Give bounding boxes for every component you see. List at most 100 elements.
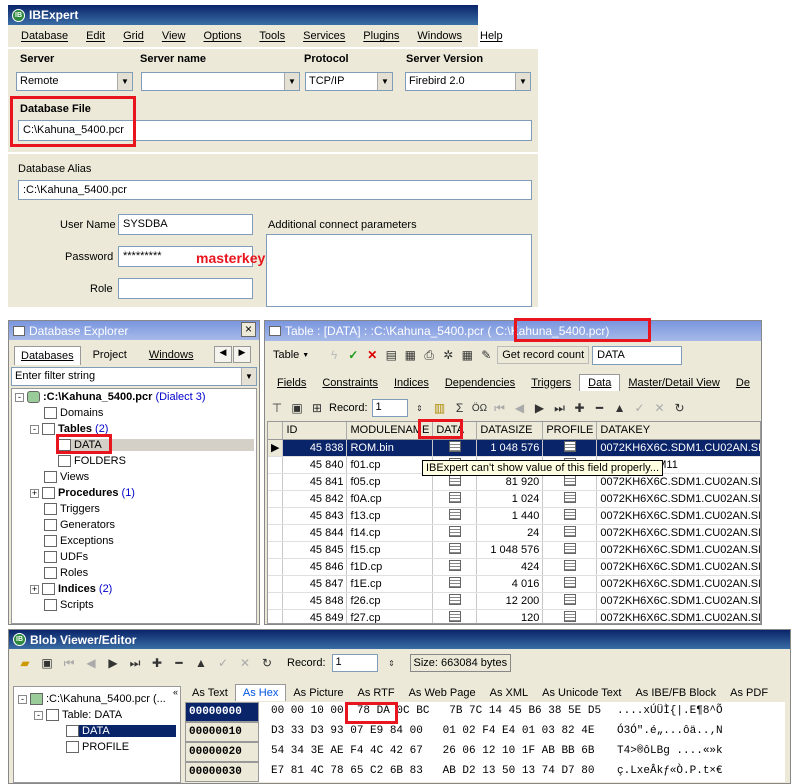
cell-datakey[interactable]: 0072KH6X6C.SDM1.CU02AN.SM11 xyxy=(596,541,760,559)
cell-profile-blob[interactable] xyxy=(542,524,598,542)
menu-item-view[interactable]: View xyxy=(153,30,195,42)
hex-bytes[interactable]: 54 34 3E AE F4 4C 42 67 26 06 12 10 1F A… xyxy=(259,742,609,762)
post-icon[interactable]: ✓ xyxy=(632,400,648,416)
blob-record-input[interactable]: 1 xyxy=(331,654,378,672)
cell-datasize[interactable]: 1 048 576 xyxy=(476,439,544,457)
grid-icon[interactable]: ✲ xyxy=(440,347,456,363)
hex-ascii[interactable]: Ó3Ó".é„...ôä..‚N xyxy=(609,722,731,742)
cell-id[interactable]: 45 849 xyxy=(282,609,348,623)
tree-triggers[interactable]: Triggers xyxy=(44,503,100,515)
cell-modulename[interactable]: f13.cp xyxy=(346,507,434,525)
export-icon[interactable]: ▥ xyxy=(432,400,448,416)
tab-constraints[interactable]: Constraints xyxy=(314,375,386,391)
blob-tab-as-text[interactable]: As Text xyxy=(185,685,235,701)
cell-profile-blob[interactable] xyxy=(542,558,598,576)
row-indicator[interactable] xyxy=(268,490,284,508)
lightning-icon[interactable]: ϟ xyxy=(326,347,342,363)
row-indicator[interactable] xyxy=(268,609,284,623)
delete-record-icon[interactable]: ━ xyxy=(171,655,187,671)
cell-datakey[interactable]: 0072KH6X6C.SDM1.CU02AN.SM11 xyxy=(596,507,760,525)
cell-data-blob[interactable] xyxy=(432,439,478,457)
server-select[interactable]: Remote ▼ xyxy=(16,72,133,91)
blob-tree-db[interactable]: -:C:\Kahuna_5400.pcr (... xyxy=(18,693,166,705)
server-version-select[interactable]: Firebird 2.0 ▼ xyxy=(405,72,531,91)
cell-data-blob[interactable] xyxy=(432,507,478,525)
col-datakey[interactable]: DATAKEY xyxy=(596,422,760,440)
menu-item-edit[interactable]: Edit xyxy=(77,30,114,42)
sum-icon[interactable]: Σ xyxy=(452,400,468,416)
cell-id[interactable]: 45 847 xyxy=(282,575,348,593)
next-record-icon[interactable]: ▶ xyxy=(105,655,121,671)
cell-modulename[interactable]: f01.cp xyxy=(346,456,434,474)
filter-plus-icon[interactable]: ⊞ xyxy=(309,400,325,416)
insert-record-icon[interactable]: ✚ xyxy=(149,655,165,671)
cell-datasize[interactable]: 1 024 xyxy=(476,490,544,508)
cell-datakey[interactable]: 0072KH6X6C.SDM1.CU02AN.SM11 xyxy=(596,592,760,610)
cell-id[interactable]: 45 838 xyxy=(282,439,348,457)
tab-scroll-left[interactable]: ◀ xyxy=(214,346,232,363)
cell-data-blob[interactable] xyxy=(432,490,478,508)
prev-record-icon[interactable]: ◀ xyxy=(83,655,99,671)
commit-check-icon[interactable]: ✓ xyxy=(345,347,361,363)
row-indicator[interactable] xyxy=(268,541,284,559)
last-record-icon[interactable]: ⏭ xyxy=(552,400,568,416)
cell-datakey[interactable]: 0072KH6X6C.SDM1.CU02AN.SM11 xyxy=(596,439,760,457)
table-menu-button[interactable]: Table xyxy=(273,349,299,361)
cell-modulename[interactable]: f14.cp xyxy=(346,524,434,542)
cell-modulename[interactable]: f15.cp xyxy=(346,541,434,559)
cell-datasize[interactable]: 1 048 576 xyxy=(476,541,544,559)
menu-item-grid[interactable]: Grid xyxy=(114,30,153,42)
cell-datasize[interactable]: 4 016 xyxy=(476,575,544,593)
tree-indices[interactable]: + Indices (2) xyxy=(30,583,112,595)
cell-datakey[interactable]: 0072KH6X6C.SDM1.CU02AN.SM11 xyxy=(596,558,760,576)
table-row[interactable]: 45 846 f1D.cp 424 0072KH6X6C.SDM1.CU02AN.SM… xyxy=(268,558,760,576)
refresh-icon[interactable]: ↻ xyxy=(672,400,688,416)
blob-tab-as-rtf[interactable]: As RTF xyxy=(350,685,401,701)
tree-table-folders[interactable]: FOLDERS xyxy=(58,455,126,467)
cell-profile-blob[interactable] xyxy=(542,575,598,593)
cell-datasize[interactable]: 12 200 xyxy=(476,592,544,610)
role-input[interactable] xyxy=(118,278,253,299)
cancel-icon[interactable]: ✕ xyxy=(652,400,668,416)
row-indicator[interactable] xyxy=(268,473,284,491)
cell-datasize[interactable]: 1 440 xyxy=(476,507,544,525)
tab-de[interactable]: De xyxy=(728,375,758,391)
cell-data-blob[interactable] xyxy=(432,575,478,593)
row-indicator[interactable]: ▶ xyxy=(268,439,284,457)
menu-item-windows[interactable]: Windows xyxy=(408,30,471,42)
expand-icon[interactable]: + xyxy=(30,584,39,594)
blob-tab-as-ibe-fb-block[interactable]: As IBE/FB Block xyxy=(628,685,723,701)
protocol-select[interactable]: TCP/IP ▼ xyxy=(305,72,393,91)
open-folder-icon[interactable]: ▰ xyxy=(17,655,33,671)
cell-id[interactable]: 45 842 xyxy=(282,490,348,508)
cell-id[interactable]: 45 846 xyxy=(282,558,348,576)
tree-udfs[interactable]: UDFs xyxy=(44,551,88,563)
table-row[interactable]: 45 845 f15.cp 1 048 576 0072KH6X6C.SDM1.CU0… xyxy=(268,541,760,559)
blob-tree-collapse-icon[interactable]: « xyxy=(173,687,178,697)
blob-tab-as-xml[interactable]: As XML xyxy=(483,685,536,701)
menu-item-database[interactable]: Database xyxy=(12,30,77,42)
tree-table-data[interactable]: DATA xyxy=(58,439,254,451)
blob-tree-profile[interactable]: PROFILE xyxy=(66,741,129,753)
tab-databases[interactable]: Databases xyxy=(14,346,81,365)
tab-project[interactable]: Project xyxy=(83,346,137,365)
blob-tab-as-hex[interactable]: As Hex xyxy=(234,684,287,701)
cell-id[interactable]: 45 848 xyxy=(282,592,348,610)
cell-profile-blob[interactable] xyxy=(542,541,598,559)
first-record-icon[interactable]: ⏮ xyxy=(61,655,77,671)
blob-tab-as-picture[interactable]: As Picture xyxy=(286,685,350,701)
tree-roles[interactable]: Roles xyxy=(44,567,88,579)
cell-modulename[interactable]: f27.cp xyxy=(346,609,434,623)
table-row[interactable]: 45 848 f26.cp 12 200 0072KH6X6C.SDM1.CU02AN… xyxy=(268,592,760,610)
cell-data-blob[interactable] xyxy=(432,558,478,576)
table-name-field[interactable]: DATA xyxy=(592,345,683,365)
cell-profile-blob[interactable] xyxy=(542,439,598,457)
blob-tab-as-pdf[interactable]: As PDF xyxy=(723,685,775,701)
hex-ascii[interactable]: T4>®ôLBg ....«»k xyxy=(609,742,731,762)
cell-id[interactable]: 45 840 xyxy=(282,456,348,474)
filter-icon[interactable]: ⊤ xyxy=(269,400,285,416)
hex-ascii[interactable]: ....xÚÜÌ{|.E¶8^Õ xyxy=(609,702,731,722)
record-input[interactable]: 1 xyxy=(371,399,408,417)
tab-fields[interactable]: Fields xyxy=(269,375,314,391)
grid2-icon[interactable]: ▦ xyxy=(459,347,475,363)
